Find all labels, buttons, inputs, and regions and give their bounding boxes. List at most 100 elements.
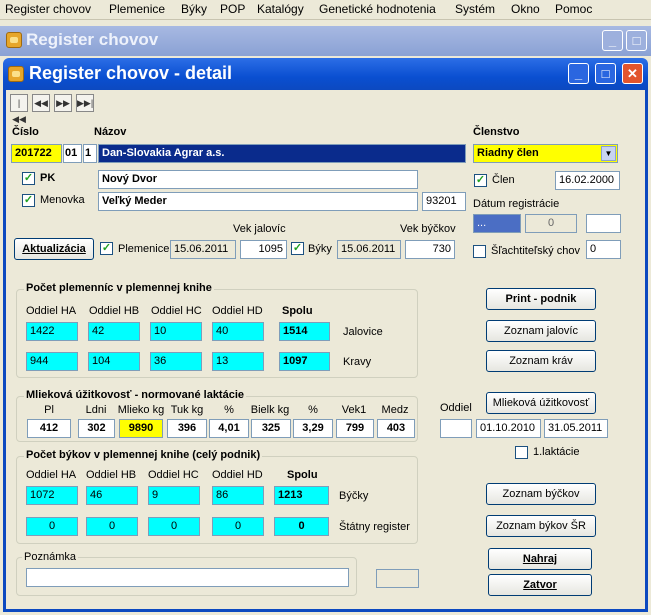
registracia-field-a[interactable]: ... bbox=[473, 214, 521, 233]
plemenice-label: Plemenice bbox=[118, 243, 170, 255]
menu-system[interactable]: Systém bbox=[455, 2, 495, 16]
poznamka-field[interactable] bbox=[26, 568, 349, 587]
maximize-icon[interactable]: □ bbox=[626, 30, 647, 51]
jalovice-spolu-field[interactable]: 1514 bbox=[279, 322, 330, 341]
mliekova-mlieko-field[interactable]: 9890 bbox=[119, 419, 163, 438]
mliekova-header-bielk: Bielk kg bbox=[250, 404, 290, 416]
cislo-sub1-field[interactable]: 01 bbox=[63, 144, 82, 163]
kravy-hc-field[interactable]: 36 bbox=[150, 352, 202, 371]
zoznam-bykov-sr-button[interactable]: Zoznam býkov ŠR bbox=[486, 515, 596, 537]
nav-prev-icon[interactable]: ◀◀ bbox=[32, 94, 50, 112]
nav-next-icon[interactable]: ▶▶ bbox=[54, 94, 72, 112]
mliekova-vek1-field[interactable]: 799 bbox=[336, 419, 374, 438]
plemennic-header-spolu: Spolu bbox=[282, 305, 313, 317]
kravy-hb-field[interactable]: 104 bbox=[88, 352, 140, 371]
clen-checkbox[interactable]: ✓ bbox=[474, 174, 487, 187]
bykov-header-ha: Oddiel HA bbox=[26, 469, 77, 481]
mliekova-header-mlieko: Mlieko kg bbox=[117, 404, 165, 416]
zip-field[interactable]: 93201 bbox=[422, 192, 466, 211]
mliekova-bielk-field[interactable]: 325 bbox=[251, 419, 291, 438]
menu-pop[interactable]: POP bbox=[220, 2, 245, 16]
mliekova-tuk-field[interactable]: 396 bbox=[167, 419, 207, 438]
mliekova-tuk-pct-field[interactable]: 4,01 bbox=[209, 419, 249, 438]
cislo-field[interactable]: 201722 bbox=[11, 144, 62, 163]
menu-geneticke-hodnotenia[interactable]: Genetické hodnotenia bbox=[319, 2, 436, 16]
menu-pomoc[interactable]: Pomoc bbox=[555, 2, 592, 16]
nav-first-icon[interactable]: |◀◀ bbox=[10, 94, 28, 124]
bycky-hc-field[interactable]: 9 bbox=[148, 486, 200, 505]
menovka-field[interactable]: Veľký Meder bbox=[98, 192, 418, 211]
pk-checkbox[interactable]: ✓ bbox=[22, 172, 35, 185]
zoznam-jalovic-button[interactable]: Zoznam jalovíc bbox=[486, 320, 596, 342]
kravy-hd-field[interactable]: 13 bbox=[212, 352, 264, 371]
vek-jalovic-field[interactable]: 1095 bbox=[240, 240, 287, 259]
vek-byckov-field[interactable]: 730 bbox=[405, 240, 455, 259]
menovka-checkbox[interactable]: ✓ bbox=[22, 194, 35, 207]
slachtitelsky-field[interactable]: 0 bbox=[586, 240, 621, 259]
statny-hd-field[interactable]: 0 bbox=[212, 517, 264, 536]
datum-registracie-label: Dátum registrácie bbox=[473, 198, 560, 210]
date-from-field[interactable]: 01.10.2010 bbox=[476, 419, 541, 438]
statny-spolu-field[interactable]: 0 bbox=[274, 517, 329, 536]
clen-label: Člen bbox=[492, 174, 515, 186]
mliekova-header-vek1: Vek1 bbox=[341, 404, 367, 416]
plemennic-header-hd: Oddiel HD bbox=[212, 305, 263, 317]
clenstvo-select[interactable]: Riadny člen ▼ bbox=[473, 144, 618, 163]
bycky-hd-field[interactable]: 86 bbox=[212, 486, 264, 505]
menu-katalogy[interactable]: Katalógy bbox=[257, 2, 304, 16]
jalovice-hc-field[interactable]: 10 bbox=[150, 322, 202, 341]
plemenice-date-field[interactable]: 15.06.2011 bbox=[170, 240, 236, 259]
cislo-sub2-field[interactable]: 1 bbox=[83, 144, 97, 163]
mliekova-header-bielk-pct: % bbox=[308, 404, 318, 416]
pk-field[interactable]: Nový Dvor bbox=[98, 170, 418, 189]
zatvor-button[interactable]: Zatvor bbox=[488, 574, 592, 596]
menu-plemenice[interactable]: Plemenice bbox=[109, 2, 165, 16]
bycky-hb-field[interactable]: 46 bbox=[86, 486, 138, 505]
poznamka-label: Poznámka bbox=[22, 551, 78, 563]
statny-hc-field[interactable]: 0 bbox=[148, 517, 200, 536]
menu-okno[interactable]: Okno bbox=[511, 2, 540, 16]
zoznam-krav-button[interactable]: Zoznam kráv bbox=[486, 350, 596, 372]
laktacia-checkbox[interactable] bbox=[515, 446, 528, 459]
menu-byky[interactable]: Býky bbox=[181, 2, 207, 16]
minimize-icon[interactable]: _ bbox=[568, 63, 589, 84]
bycky-label: Býčky bbox=[339, 490, 369, 502]
aktualizacia-button[interactable]: Aktualizácia bbox=[14, 238, 94, 260]
maximize-icon[interactable]: □ bbox=[595, 63, 616, 84]
minimize-icon[interactable]: _ bbox=[602, 30, 623, 51]
registracia-field-b[interactable]: 0 bbox=[525, 214, 577, 233]
kravy-spolu-field[interactable]: 1097 bbox=[279, 352, 330, 371]
byky-date-field[interactable]: 15.06.2011 bbox=[337, 240, 401, 259]
statny-hb-field[interactable]: 0 bbox=[86, 517, 138, 536]
byky-checkbox[interactable]: ✓ bbox=[291, 242, 304, 255]
jalovice-hb-field[interactable]: 42 bbox=[88, 322, 140, 341]
print-podnik-button[interactable]: Print - podnik bbox=[486, 288, 596, 310]
zoznam-byckov-button[interactable]: Zoznam býčkov bbox=[486, 483, 596, 505]
zatvor-button-label: Zatvor bbox=[523, 579, 557, 591]
kravy-ha-field[interactable]: 944 bbox=[26, 352, 78, 371]
bycky-ha-field[interactable]: 1072 bbox=[26, 486, 78, 505]
clen-date-field[interactable]: 16.02.2000 bbox=[555, 171, 620, 190]
nahraj-button[interactable]: Nahraj bbox=[488, 548, 592, 570]
vek-jalovic-label: Vek jalovíc bbox=[233, 223, 286, 235]
plemenice-checkbox[interactable]: ✓ bbox=[100, 242, 113, 255]
chevron-down-icon[interactable]: ▼ bbox=[601, 146, 616, 161]
mliekova-uzitkovost-button[interactable]: Mlieková úžitkovosť bbox=[486, 392, 596, 414]
bycky-spolu-field[interactable]: 1213 bbox=[274, 486, 329, 505]
mliekova-pl-field[interactable]: 412 bbox=[27, 419, 71, 438]
mliekova-bielk-pct-field[interactable]: 3,29 bbox=[293, 419, 333, 438]
mliekova-header-tuk: Tuk kg bbox=[170, 404, 204, 416]
mliekova-medz-field[interactable]: 403 bbox=[377, 419, 415, 438]
statny-ha-field[interactable]: 0 bbox=[26, 517, 78, 536]
oddiel-field[interactable] bbox=[440, 419, 472, 438]
date-to-field[interactable]: 31.05.2011 bbox=[544, 419, 608, 438]
mliekova-ldni-field[interactable]: 302 bbox=[78, 419, 115, 438]
nav-last-icon[interactable]: ▶▶| bbox=[76, 94, 94, 112]
nazov-field[interactable]: Dan-Slovakia Agrar a.s. bbox=[98, 144, 466, 163]
jalovice-hd-field[interactable]: 40 bbox=[212, 322, 264, 341]
jalovice-ha-field[interactable]: 1422 bbox=[26, 322, 78, 341]
slachtitelsky-checkbox[interactable] bbox=[473, 245, 486, 258]
close-icon[interactable]: ✕ bbox=[622, 63, 643, 84]
menu-register-chovov[interactable]: Register chovov bbox=[5, 2, 91, 16]
registracia-field-c[interactable] bbox=[586, 214, 621, 233]
